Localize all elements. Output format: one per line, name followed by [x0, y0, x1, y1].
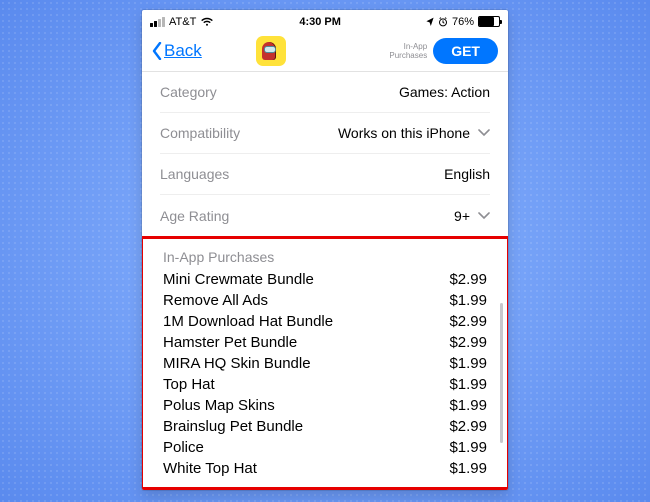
iap-item: Top Hat$1.99: [163, 374, 487, 395]
info-row-compatibility[interactable]: Compatibility Works on this iPhone: [160, 113, 490, 154]
info-row-category[interactable]: Category Games: Action: [160, 72, 490, 113]
battery-percent: 76%: [452, 16, 474, 28]
iap-item: 1M Download Hat Bundle$2.99: [163, 311, 487, 332]
info-value: 9+: [454, 208, 470, 224]
info-value: English: [444, 166, 490, 182]
in-app-purchases-hint: In-App Purchases: [389, 42, 427, 60]
info-row-age-rating[interactable]: Age Rating 9+: [160, 195, 490, 236]
iap-list[interactable]: Mini Crewmate Bundle$2.99 Remove All Ads…: [163, 269, 487, 479]
section-title: In-App Purchases: [163, 249, 487, 265]
info-value: Works on this iPhone: [338, 125, 470, 141]
location-icon: [426, 17, 434, 27]
iap-item: MIRA HQ Skin Bundle$1.99: [163, 353, 487, 374]
chevron-down-icon: [478, 210, 490, 222]
info-row-languages[interactable]: Languages English: [160, 154, 490, 195]
iap-item: Brainslug Pet Bundle$2.99: [163, 416, 487, 437]
chevron-down-icon: [478, 127, 490, 139]
carrier-label: AT&T: [169, 16, 196, 28]
get-button[interactable]: GET: [433, 38, 498, 64]
info-key: Category: [160, 84, 217, 100]
status-bar: AT&T 4:30 PM 76%: [142, 10, 508, 30]
status-time: 4:30 PM: [299, 16, 341, 28]
in-app-purchases-section: In-App Purchases Mini Crewmate Bundle$2.…: [142, 236, 508, 490]
nav-bar: Back In-App Purchases GET: [142, 30, 508, 72]
info-key: Compatibility: [160, 125, 240, 141]
alarm-icon: [438, 17, 448, 27]
cell-signal-icon: [150, 17, 165, 27]
scroll-indicator[interactable]: [500, 303, 503, 443]
app-icon[interactable]: [256, 36, 286, 66]
back-button[interactable]: Back: [152, 41, 202, 61]
iap-item: Mini Crewmate Bundle$2.99: [163, 269, 487, 290]
iap-item: Hamster Pet Bundle$2.99: [163, 332, 487, 353]
wifi-icon: [200, 17, 214, 27]
phone-frame: AT&T 4:30 PM 76% Back In-App Purchases G…: [142, 10, 508, 490]
info-key: Languages: [160, 166, 229, 182]
info-value: Games: Action: [399, 84, 490, 100]
iap-item: Remove All Ads$1.99: [163, 290, 487, 311]
info-key: Age Rating: [160, 208, 229, 224]
back-label: Back: [164, 41, 202, 61]
iap-item: Police$1.99: [163, 437, 487, 458]
iap-item: Polus Map Skins$1.99: [163, 395, 487, 416]
app-info-section: Category Games: Action Compatibility Wor…: [142, 72, 508, 236]
battery-icon: [478, 16, 500, 27]
iap-item: White Top Hat$1.99: [163, 458, 487, 479]
chevron-left-icon: [152, 42, 162, 60]
